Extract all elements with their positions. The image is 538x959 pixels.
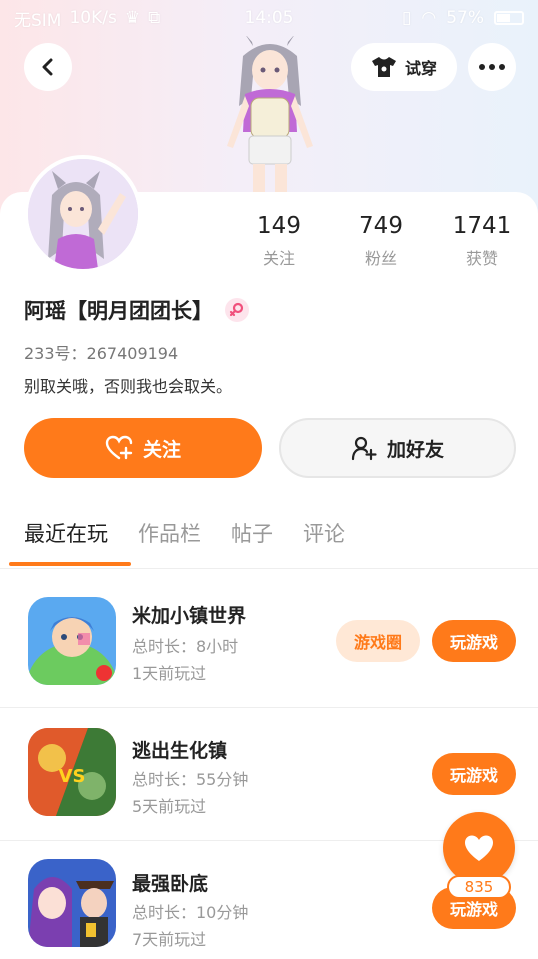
- stat-followers-label: 粉丝: [364, 249, 397, 268]
- game-icon-escape-bio-town: VS: [28, 728, 116, 816]
- heart-plus-icon: [105, 435, 133, 460]
- profile-tabs: 最近在玩 作品栏 帖子 评论: [24, 518, 345, 548]
- game-circle-button[interactable]: 游戏圈: [336, 620, 420, 662]
- game-title: 米加小镇世界: [132, 605, 247, 627]
- stat-followers[interactable]: 749 粉丝: [331, 213, 431, 269]
- follow-label: 关注: [142, 438, 181, 461]
- active-tab-indicator: [9, 562, 131, 566]
- avatar[interactable]: [24, 155, 142, 273]
- more-options-button[interactable]: [468, 43, 516, 91]
- game-duration: 总时长：55分钟: [132, 770, 249, 789]
- game-duration: 总时长：10分钟: [132, 903, 249, 922]
- name-row: 阿瑶【明月团团长】: [24, 295, 249, 325]
- game-icon-undercover: [28, 859, 116, 947]
- stat-following[interactable]: 149 关注: [229, 213, 329, 269]
- stat-following-label: 关注: [262, 249, 295, 268]
- like-count: 835: [447, 875, 511, 899]
- back-button[interactable]: [24, 43, 72, 91]
- avatar-image: [28, 159, 138, 269]
- tab-comments[interactable]: 评论: [303, 518, 345, 548]
- game-title: 最强卧底: [132, 873, 209, 895]
- battery-icon: [494, 11, 524, 25]
- svg-text:VS: VS: [59, 766, 86, 787]
- tabs-divider: [0, 568, 538, 569]
- game-title: 逃出生化镇: [132, 740, 228, 762]
- tab-posts[interactable]: 帖子: [231, 518, 273, 548]
- try-on-label: 试穿: [404, 59, 437, 78]
- tab-recent-play[interactable]: 最近在玩: [24, 518, 108, 548]
- more-dots-icon: [479, 64, 505, 70]
- stat-following-value: 149: [257, 213, 301, 239]
- character-outfit-image: [227, 36, 313, 194]
- clock: 14:05: [244, 8, 294, 28]
- stat-likes-label: 获赞: [465, 249, 498, 268]
- follow-button[interactable]: 关注: [24, 418, 262, 478]
- stat-likes: 1741 获赞: [432, 213, 532, 269]
- game-duration: 总时长：8小时: [132, 637, 239, 656]
- username: 阿瑶【明月团团长】: [24, 299, 213, 323]
- try-on-button[interactable]: 试穿: [351, 43, 457, 91]
- stat-followers-value: 749: [359, 213, 403, 239]
- list-item[interactable]: 米加小镇世界 总时长：8小时 1天前玩过 游戏圈 玩游戏: [0, 575, 538, 707]
- user-id: 233号：267409194: [24, 344, 179, 363]
- play-game-button[interactable]: 玩游戏: [432, 620, 516, 662]
- add-friend-button[interactable]: 加好友: [279, 418, 516, 478]
- chevron-left-icon: [42, 58, 53, 76]
- female-icon: [225, 298, 249, 322]
- tab-works[interactable]: 作品栏: [138, 518, 201, 548]
- add-friend-label: 加好友: [386, 438, 444, 461]
- status-bar: 无SIM 10K/s ♛ ⧉ 14:05 ▯ ◠ 57%: [0, 0, 538, 36]
- add-user-icon: [351, 436, 377, 461]
- game-last-played: 5天前玩过: [132, 797, 207, 816]
- game-last-played: 7天前玩过: [132, 930, 207, 949]
- stat-likes-value: 1741: [452, 213, 512, 239]
- game-last-played: 1天前玩过: [132, 664, 207, 683]
- tshirt-icon: [371, 57, 396, 77]
- user-bio: 别取关哦，否则我也会取关。: [24, 377, 233, 396]
- heart-icon: [465, 835, 493, 861]
- play-game-button[interactable]: 玩游戏: [432, 753, 516, 795]
- game-icon-mega-town: [28, 597, 116, 685]
- like-button[interactable]: [443, 812, 515, 884]
